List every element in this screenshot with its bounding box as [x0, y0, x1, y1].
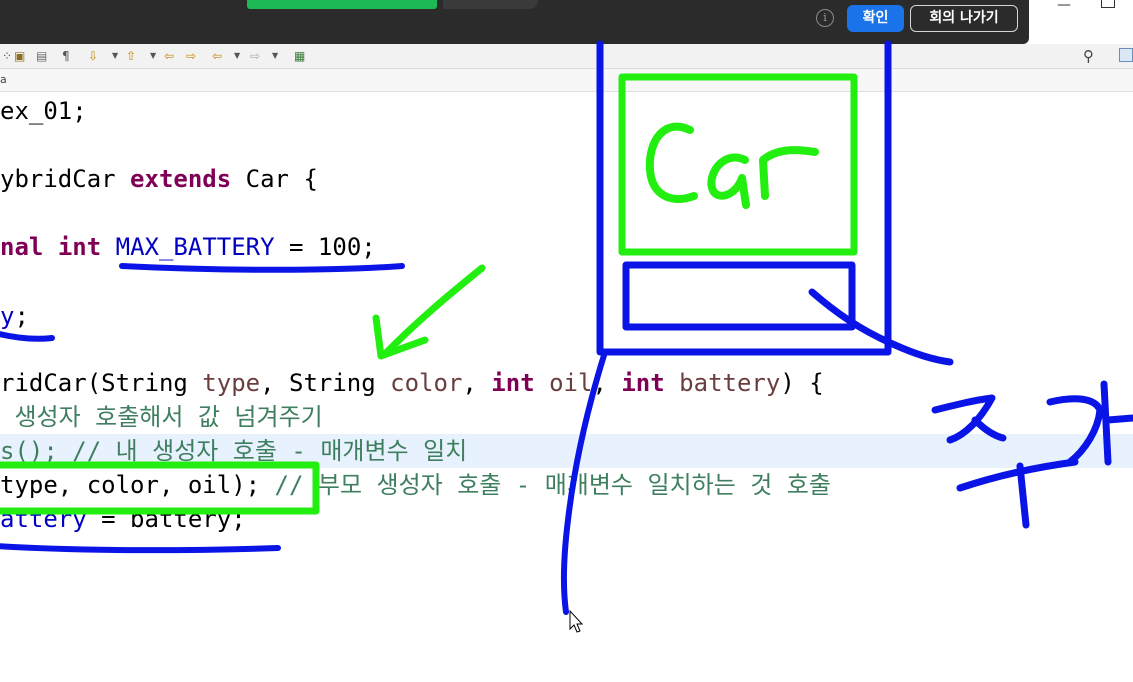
- code-editor[interactable]: ex_01; ybridCar extends Car { nal int MA…: [0, 92, 1133, 682]
- back-dropdown-icon[interactable]: ▼: [234, 48, 240, 64]
- meeting-toolbar: i 확인 회의 나가기: [0, 0, 1029, 44]
- code-line: 생성자 호출해서 값 넘겨주기: [0, 403, 323, 431]
- search-icon[interactable]: ⚲: [1083, 47, 1094, 65]
- info-icon[interactable]: i: [816, 9, 834, 27]
- code-line-current: s(); // 내 생성자 호출 - 매개변수 일치: [0, 434, 1133, 468]
- confirm-button[interactable]: 확인: [847, 5, 904, 32]
- next-annotation-icon[interactable]: ⇩: [88, 48, 98, 64]
- perspective-icon[interactable]: [1119, 48, 1133, 62]
- editor-tab-strip: a: [0, 69, 1133, 92]
- window-controls: [1029, 0, 1133, 37]
- back-icon[interactable]: ⇦: [212, 48, 222, 64]
- minimize-icon[interactable]: —: [1054, 0, 1074, 13]
- meeting-notice-action[interactable]: [443, 0, 538, 9]
- code-line: ybridCar extends Car {: [0, 165, 318, 193]
- last-edit-location-icon[interactable]: ⇦: [164, 48, 174, 64]
- toggle-mark-icon[interactable]: ⁘: [2, 48, 12, 64]
- maximize-icon[interactable]: [1101, 0, 1115, 8]
- meeting-notice-banner: [247, 0, 437, 9]
- next-annotation-dropdown-icon[interactable]: ▼: [112, 48, 118, 64]
- code-line: type, color, oil); // 부모 생성자 호출 - 매개변수 일…: [0, 471, 831, 499]
- toggle-block-icon[interactable]: ▣: [14, 48, 25, 64]
- editor-tab-label[interactable]: a: [0, 73, 7, 86]
- ide-toolbar: ⁘ ▣ ▤ ¶ ⇩ ▼ ⇧ ▼ ⇦ ⇨ ⇦ ▼ ⇨ ▼ ▦ ⚲: [0, 44, 1133, 69]
- code-line: attery = battery;: [0, 505, 246, 533]
- previous-annotation-dropdown-icon[interactable]: ▼: [150, 48, 156, 64]
- back-forward-icon[interactable]: ⇨: [186, 48, 196, 64]
- code-line: y;: [0, 302, 29, 330]
- whitespace-icon[interactable]: ¶: [62, 48, 70, 64]
- code-line: ex_01;: [0, 97, 87, 125]
- forward-dropdown-icon[interactable]: ▼: [272, 48, 278, 64]
- leave-meeting-button[interactable]: 회의 나가기: [910, 5, 1018, 32]
- previous-annotation-icon[interactable]: ⇧: [126, 48, 136, 64]
- code-line: ridCar(String type, String color, int oi…: [0, 369, 824, 397]
- code-line: nal int MAX_BATTERY = 100;: [0, 233, 376, 261]
- forward-icon[interactable]: ⇨: [250, 48, 260, 64]
- word-wrap-icon[interactable]: ▤: [36, 48, 47, 64]
- open-console-icon[interactable]: ▦: [294, 48, 305, 64]
